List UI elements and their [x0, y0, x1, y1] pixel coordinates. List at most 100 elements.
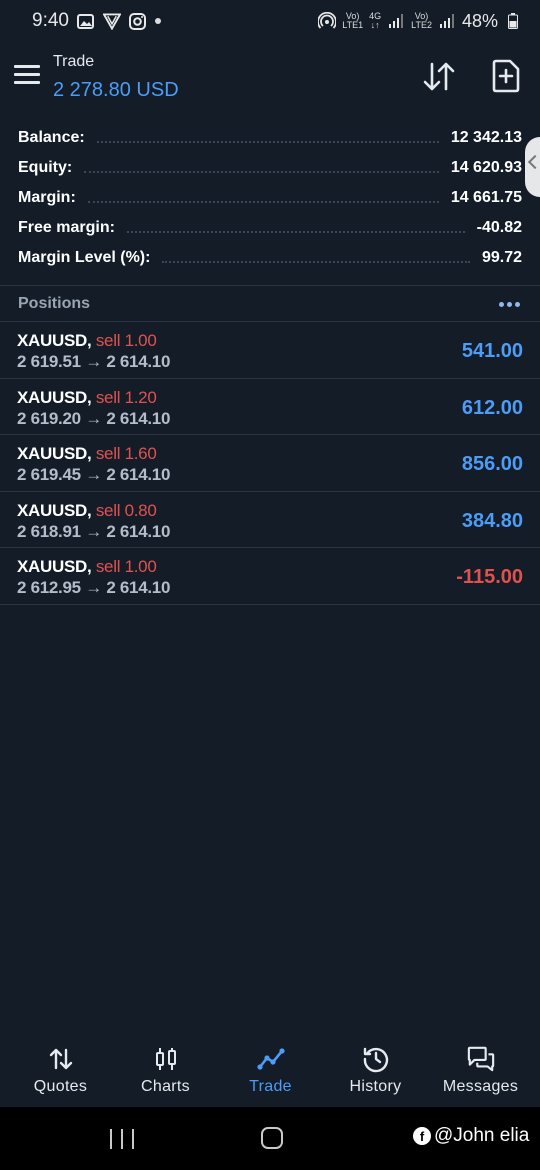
page-title: Trade	[53, 53, 95, 70]
status-time: 9:40	[32, 10, 69, 31]
network-type-indicator: 4G ↓↑	[369, 11, 382, 30]
nav-messages[interactable]: Messages	[428, 1037, 533, 1107]
trade-screen: 9:40 Vo) LTE1 4G ↓↑ Vo) LTE2 48% Trade 2…	[0, 0, 540, 1170]
position-symbol: XAUUSD,	[17, 500, 92, 520]
watermark-text: @John elia	[434, 1125, 530, 1146]
divider	[0, 285, 540, 286]
status-bar: 9:40 Vo) LTE1 4G ↓↑ Vo) LTE2 48%	[0, 0, 540, 42]
dotted-leader	[96, 140, 439, 143]
bottom-navigation: Quotes Charts Trade History Messages	[0, 1037, 540, 1107]
position-symbol: XAUUSD,	[17, 444, 92, 463]
nav-label: Charts	[141, 1078, 190, 1095]
nav-label: History	[349, 1078, 402, 1095]
position-prices: 2 619.51 → 2 614.10	[17, 352, 171, 371]
sim1-indicator: Vo) LTE1	[342, 11, 364, 30]
position-row[interactable]: XAUUSD, sell 1.60 2 619.45 → 2 614.10 85…	[0, 435, 540, 492]
positions-title: Positions	[18, 295, 91, 312]
positions-list: XAUUSD, sell 1.00 2 619.51 → 2 614.10 54…	[0, 322, 540, 605]
position-symbol: XAUUSD,	[17, 387, 92, 407]
position-side: sell 1.60	[95, 444, 157, 463]
summary-value: 14 620.93	[450, 159, 522, 176]
summary-value: -40.82	[476, 219, 522, 236]
summary-label: Free margin:	[18, 219, 115, 236]
summary-value: 12 342.13	[450, 129, 522, 146]
summary-value: 99.72	[481, 249, 522, 266]
position-row[interactable]: XAUUSD, sell 0.80 2 618.91 → 2 614.10 38…	[0, 492, 540, 548]
position-row[interactable]: XAUUSD, sell 1.00 2 612.95 → 2 614.10 -1…	[0, 548, 540, 605]
nav-charts[interactable]: Charts	[113, 1037, 218, 1107]
position-symbol: XAUUSD,	[17, 557, 92, 576]
position-prices: 2 618.91 → 2 614.10	[17, 521, 171, 541]
dotted-leader	[126, 230, 465, 233]
recent-apps-button[interactable]	[110, 1129, 134, 1149]
profit-total: 2 278.80 USD	[53, 79, 179, 101]
new-order-button[interactable]	[492, 59, 520, 93]
quotes-arrows-icon	[47, 1045, 75, 1073]
position-row[interactable]: XAUUSD, sell 1.20 2 619.20 → 2 614.10 61…	[0, 379, 540, 435]
chevron-left-icon	[527, 154, 540, 170]
history-clock-icon	[362, 1045, 390, 1073]
nav-label: Trade	[249, 1078, 292, 1095]
summary-label: Balance:	[18, 129, 85, 146]
account-summary: Balance: 12 342.13 Equity: 14 620.93 Mar…	[0, 123, 540, 273]
app-header: Trade 2 278.80 USD	[0, 42, 540, 112]
battery-icon	[504, 12, 522, 30]
candlestick-chart-icon	[152, 1045, 180, 1073]
summary-row-balance: Balance: 12 342.13	[0, 123, 540, 153]
summary-row-equity: Equity: 14 620.93	[0, 153, 540, 183]
position-side: sell 0.80	[95, 500, 157, 520]
nav-history[interactable]: History	[323, 1037, 428, 1107]
position-side: sell 1.00	[95, 331, 157, 350]
new-document-icon	[492, 59, 520, 93]
summary-label: Margin:	[18, 189, 76, 206]
summary-row-margin-level: Margin Level (%): 99.72	[0, 243, 540, 273]
position-profit: 384.80	[461, 509, 523, 532]
summary-value: 14 661.75	[450, 189, 522, 206]
system-navigation-bar: f @John elia	[0, 1107, 540, 1170]
facebook-icon: f	[413, 1127, 431, 1145]
menu-button[interactable]	[14, 65, 40, 87]
nav-quotes[interactable]: Quotes	[8, 1037, 113, 1107]
signal-strength-1-icon	[387, 12, 405, 30]
summary-row-margin: Margin: 14 661.75	[0, 183, 540, 213]
gallery-icon	[77, 12, 95, 30]
messages-chat-icon	[467, 1045, 495, 1073]
nav-label: Messages	[442, 1078, 519, 1095]
position-prices: 2 619.45 → 2 614.10	[17, 465, 171, 484]
position-row[interactable]: XAUUSD, sell 1.00 2 619.51 → 2 614.10 54…	[0, 322, 540, 379]
position-prices: 2 612.95 → 2 614.10	[17, 578, 171, 597]
hotspot-icon	[318, 12, 337, 30]
vpn-v-icon	[102, 12, 121, 30]
more-dots-icon	[499, 301, 504, 307]
position-profit: 612.00	[461, 396, 523, 419]
position-symbol: XAUUSD,	[17, 331, 92, 350]
position-profit: 856.00	[461, 453, 523, 475]
nav-trade[interactable]: Trade	[218, 1037, 323, 1107]
position-profit: 541.00	[461, 340, 523, 362]
more-options-button[interactable]	[499, 301, 522, 307]
sort-arrows-icon	[423, 62, 455, 91]
side-panel-handle[interactable]	[525, 137, 540, 197]
notification-dot-icon	[154, 18, 161, 24]
position-prices: 2 619.20 → 2 614.10	[17, 408, 171, 428]
positions-header: Positions	[0, 287, 540, 321]
battery-percent: 48%	[461, 10, 498, 31]
trade-line-icon	[256, 1045, 285, 1073]
signal-strength-2-icon	[438, 12, 456, 30]
position-profit: -115.00	[456, 566, 523, 588]
sim2-indicator: Vo) LTE2	[411, 11, 432, 30]
sort-button[interactable]	[422, 60, 456, 94]
position-side: sell 1.00	[95, 557, 157, 576]
dotted-leader	[84, 170, 439, 173]
summary-label: Margin Level (%):	[18, 249, 151, 266]
summary-label: Equity:	[18, 159, 73, 176]
header-titles: Trade 2 278.80 USD	[53, 52, 179, 104]
watermark: f @John elia	[413, 1125, 529, 1147]
home-button[interactable]	[261, 1127, 283, 1149]
dotted-leader	[87, 200, 439, 203]
nav-label: Quotes	[33, 1078, 88, 1095]
position-side: sell 1.20	[95, 387, 157, 407]
summary-row-free-margin: Free margin: -40.82	[0, 213, 540, 243]
instagram-icon	[129, 12, 147, 30]
dotted-leader	[162, 260, 470, 263]
